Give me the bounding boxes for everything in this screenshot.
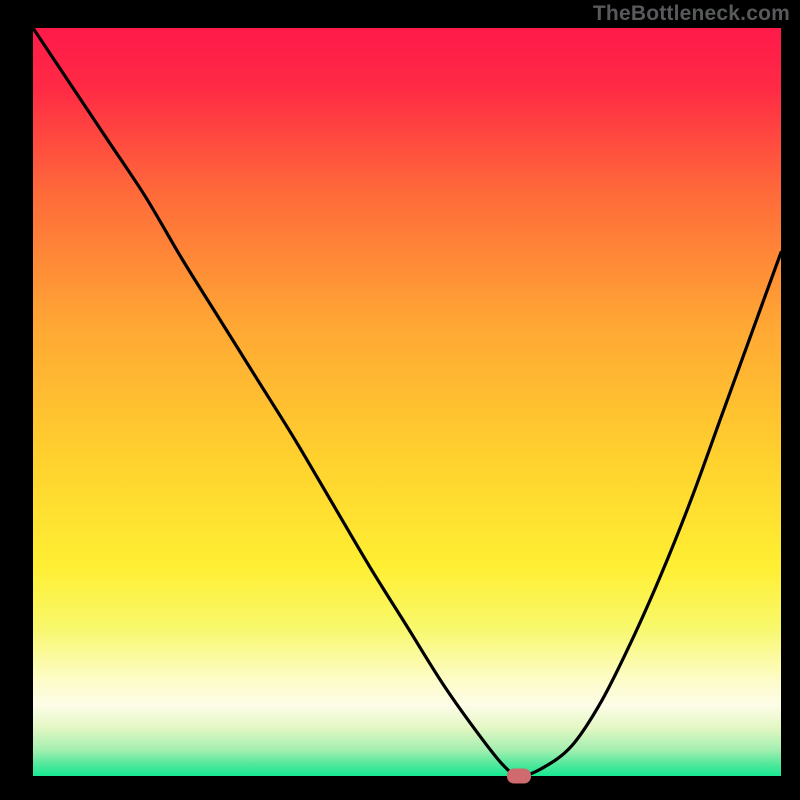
bottleneck-plot [0, 0, 800, 800]
chart-frame: TheBottleneck.com [0, 0, 800, 800]
heat-background [33, 28, 781, 776]
sweet-spot-marker [507, 769, 531, 784]
watermark-text: TheBottleneck.com [593, 2, 790, 26]
